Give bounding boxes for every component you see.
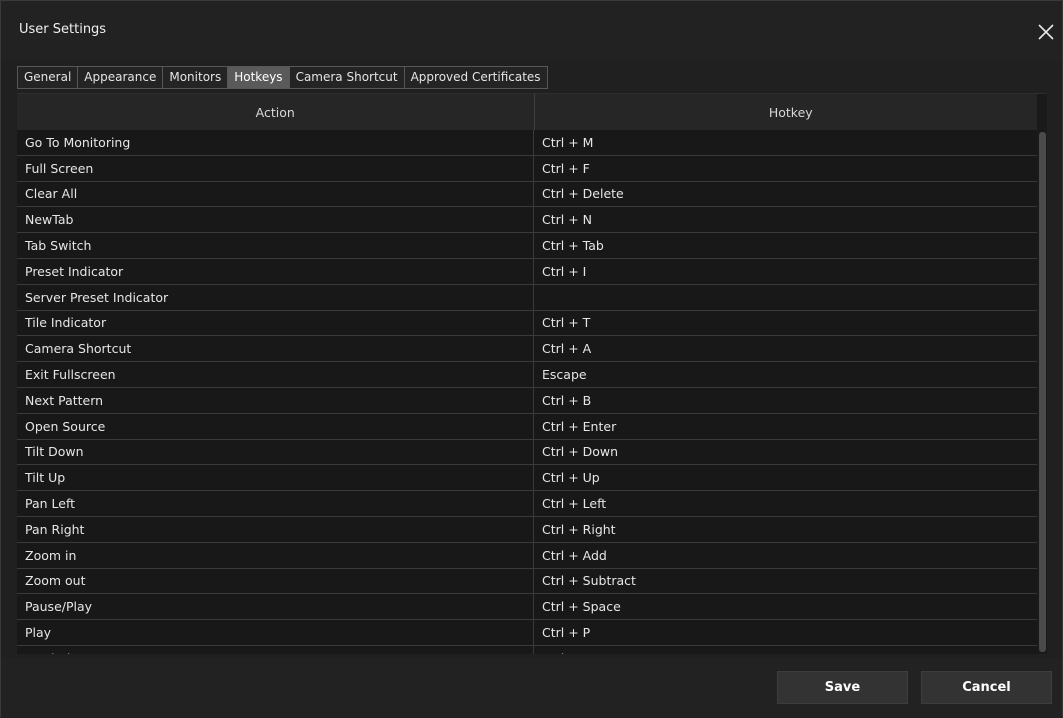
action-cell: Pan Left (17, 491, 534, 516)
hotkey-cell[interactable]: Ctrl + Tab (534, 233, 1047, 258)
action-cell: Clear All (17, 181, 534, 207)
action-cell: Tilt Down (17, 439, 534, 465)
hotkey-cell[interactable]: Ctrl + T (534, 311, 1047, 336)
hotkey-cell[interactable]: Ctrl + Add (534, 543, 1047, 568)
action-cell: Exit Fullscreen (17, 362, 534, 387)
table-row[interactable]: Tab Switch Ctrl + Tab (17, 233, 1047, 259)
column-header-action[interactable]: Action (17, 94, 535, 130)
hotkey-cell[interactable]: Ctrl + Subtract (534, 569, 1047, 594)
hotkey-cell[interactable]: Ctrl + B (534, 388, 1047, 413)
table-row[interactable]: Full Screen Ctrl + F (17, 155, 1047, 182)
scrollbar-thumb[interactable] (1039, 132, 1046, 652)
action-cell: NewTab (17, 207, 534, 233)
table-row[interactable]: Camera Shortcut Ctrl + A (17, 336, 1047, 363)
vertical-scrollbar[interactable] (1037, 94, 1047, 654)
hotkey-cell[interactable]: Ctrl + Delete (534, 182, 1047, 207)
table-row[interactable]: Preset Indicator Ctrl + I (17, 258, 1047, 285)
action-cell: Pause/Play (17, 594, 534, 620)
table-row[interactable]: Pan Left Ctrl + Left (17, 491, 1047, 517)
table-row[interactable]: Play Ctrl + P (17, 620, 1047, 646)
tab-approved-certificates[interactable]: Approved Certificates (403, 66, 548, 89)
action-cell: Tilt Up (17, 465, 534, 491)
settings-tabs: General Appearance Monitors Hotkeys Camera S… (17, 66, 548, 89)
table-row[interactable]: Clear All Ctrl + Delete (17, 181, 1047, 208)
action-cell: Zoom out (17, 568, 534, 594)
action-cell: Tile Indicator (17, 310, 534, 336)
window-title: User Settings (19, 22, 107, 37)
action-cell: Zoom in (17, 542, 534, 568)
table-row[interactable]: Next Pattern Ctrl + B (17, 387, 1047, 414)
hotkey-cell[interactable]: Ctrl + P (534, 620, 1047, 645)
hotkey-cell[interactable]: Ctrl + M (534, 130, 1047, 155)
action-cell: Preset Indicator (17, 258, 534, 284)
table-row[interactable]: Zoom out Ctrl + Subtract (17, 568, 1047, 595)
hotkey-cell[interactable]: Ctrl + R (534, 646, 1047, 654)
table-row[interactable]: Tilt Up Ctrl + Up (17, 465, 1047, 492)
hotkey-cell[interactable]: Ctrl + A (534, 336, 1047, 361)
action-cell: Camera Shortcut (17, 336, 534, 362)
action-cell: Go To Monitoring (17, 130, 534, 155)
table-row[interactable]: Tilt Down Ctrl + Down (17, 439, 1047, 466)
tab-general[interactable]: General (17, 66, 78, 89)
action-cell: Open Source (17, 413, 534, 439)
tab-monitors[interactable]: Monitors (162, 66, 228, 89)
hotkeys-table: Action Hotkey Go To Monitoring Ctrl + M Fu… (17, 93, 1047, 654)
tab-hotkeys[interactable]: Hotkeys (227, 66, 289, 89)
hotkey-cell[interactable]: Ctrl + I (534, 259, 1047, 284)
tab-appearance[interactable]: Appearance (77, 66, 163, 89)
hotkey-cell[interactable] (534, 285, 1047, 310)
table-body: Go To Monitoring Ctrl + M Full Screen Ctrl … (17, 130, 1047, 654)
table-row[interactable]: Server Preset Indicator (17, 284, 1047, 311)
user-settings-window: User Settings General Appearance Monitors H… (0, 0, 1063, 718)
action-cell: Server Preset Indicator (17, 284, 534, 310)
action-cell: Tab Switch (17, 233, 534, 258)
hotkey-cell[interactable]: Ctrl + Down (534, 440, 1047, 465)
save-button[interactable]: Save (777, 671, 908, 704)
action-cell: Full Screen (17, 155, 534, 181)
column-header-hotkey[interactable]: Hotkey (535, 94, 1048, 130)
table-row[interactable]: Exit Fullscreen Escape (17, 362, 1047, 388)
hotkey-cell[interactable]: Ctrl + Left (534, 491, 1047, 516)
table-row[interactable]: Tile Indicator Ctrl + T (17, 310, 1047, 337)
dialog-footer: Save Cancel (1, 658, 1062, 718)
hotkey-cell[interactable]: Ctrl + Space (534, 594, 1047, 619)
table-row[interactable]: RewindCtrl + R (17, 645, 1047, 654)
close-icon[interactable] (1034, 20, 1058, 44)
action-cell: Play (17, 620, 534, 645)
table-row[interactable]: Pause/Play Ctrl + Space (17, 594, 1047, 621)
action-cell: Rewind (17, 645, 534, 654)
action-cell: Pan Right (17, 516, 534, 542)
table-row[interactable]: Zoom in Ctrl + Add (17, 542, 1047, 569)
hotkey-cell[interactable]: Escape (534, 362, 1047, 387)
hotkey-cell[interactable]: Ctrl + Right (534, 517, 1047, 542)
cancel-button[interactable]: Cancel (921, 671, 1052, 704)
table-row[interactable]: Go To Monitoring Ctrl + M (17, 130, 1047, 156)
hotkey-cell[interactable]: Ctrl + Up (534, 465, 1047, 490)
table-row[interactable]: Pan Right Ctrl + Right (17, 516, 1047, 543)
table-row[interactable]: NewTab Ctrl + N (17, 207, 1047, 234)
tab-camera-shortcut[interactable]: Camera Shortcut (288, 66, 404, 89)
hotkey-cell[interactable]: Ctrl + Enter (534, 414, 1047, 439)
title-bar: User Settings (1, 1, 1062, 61)
action-cell: Next Pattern (17, 387, 534, 413)
hotkey-cell[interactable]: Ctrl + N (534, 207, 1047, 232)
hotkey-cell[interactable]: Ctrl + F (534, 156, 1047, 181)
table-header: Action Hotkey (17, 94, 1047, 130)
table-row[interactable]: Open Source Ctrl + Enter (17, 413, 1047, 440)
